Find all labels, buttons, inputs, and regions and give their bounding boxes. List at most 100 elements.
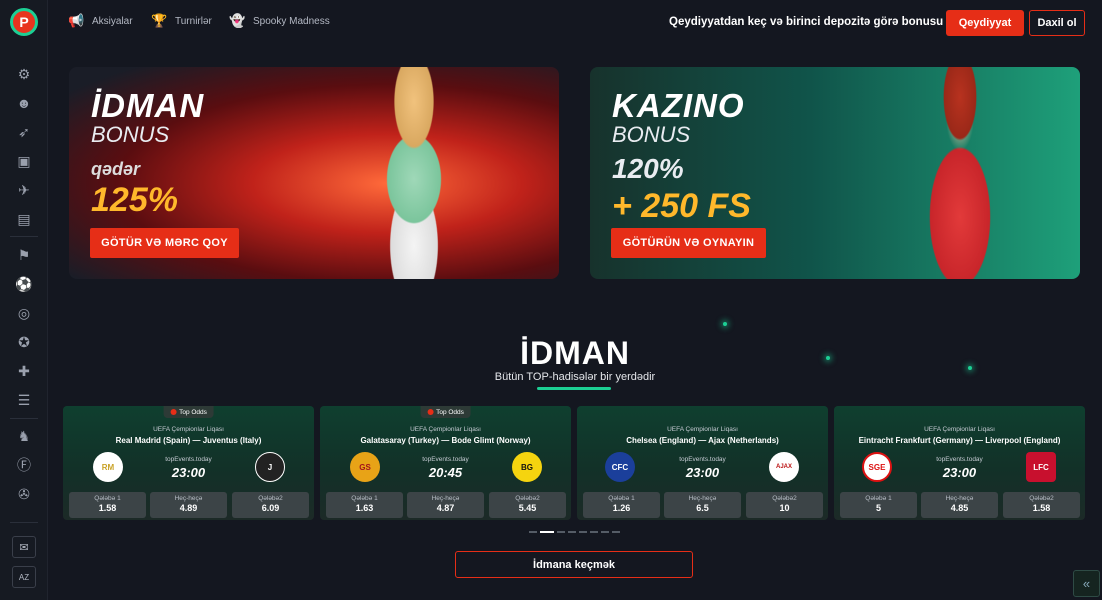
register-button[interactable]: Qeydiyyat	[946, 10, 1024, 36]
odd-draw-button[interactable]: Heç-heçə 4.89	[150, 492, 227, 518]
banner-title: İDMAN	[91, 87, 205, 124]
event-card[interactable]: Top Odds UEFA Çempionlar Liqası Real Mad…	[63, 406, 314, 520]
carousel-pagination	[529, 531, 620, 533]
match-teams: Chelsea (England) — Ajax (Netherlands)	[626, 436, 779, 445]
carousel-dot[interactable]	[601, 531, 609, 533]
nav-item-tournaments[interactable]: 🏆 Turnirlər	[151, 14, 212, 28]
odd-away-button[interactable]: Qələbə2 1.58	[1003, 492, 1080, 518]
live-person-icon[interactable]: ☻	[14, 93, 34, 113]
odd-label: Qələbə2	[258, 495, 283, 502]
support-icon[interactable]: ✇	[14, 484, 34, 504]
carousel-dot[interactable]	[529, 531, 537, 533]
football-icon[interactable]: ⚽	[14, 274, 34, 294]
odd-label: Heç-heçə	[174, 495, 203, 502]
odd-home-button[interactable]: Qələbə 15	[840, 492, 917, 518]
banner-title: KAZINO	[612, 87, 745, 124]
logo[interactable]: P	[10, 8, 38, 36]
news-icon[interactable]: ☰	[14, 390, 34, 410]
sports-icon[interactable]: ⚑	[14, 245, 34, 265]
nav-item-spooky[interactable]: 👻 Spooky Madness	[229, 14, 330, 28]
odd-value: 5.45	[518, 503, 537, 513]
go-to-sports-button[interactable]: İdmana keçmək	[455, 551, 693, 578]
sports-bonus-banner[interactable]: İDMAN BONUS qədər 125% GÖTÜR VƏ MƏRC QOY	[69, 67, 559, 279]
odd-home-button[interactable]: Qələbə 1 1.26	[583, 492, 660, 518]
chat-icon[interactable]: ✉	[12, 536, 36, 558]
league-name: UEFA Çempionlar Liqası	[153, 426, 224, 433]
banner-bonus-value: 125%	[91, 181, 178, 219]
carousel-dot[interactable]	[568, 531, 576, 533]
badge-label: Top Odds	[179, 408, 207, 416]
odd-draw-button[interactable]: Heç-heçə 4.85	[921, 492, 998, 518]
horse-icon[interactable]: ♞	[14, 426, 34, 446]
odd-home-button[interactable]: Qələbə 1 1.58	[69, 492, 146, 518]
sidebar-divider	[10, 236, 38, 237]
league-name: UEFA Çempionlar Liqası	[667, 426, 738, 433]
carousel-dot[interactable]	[590, 531, 598, 533]
section-subtitle: Bütün TOP-hadisələr bir yerdədir	[494, 371, 656, 383]
odd-value: 5	[875, 503, 881, 513]
banner-model-image	[890, 67, 1030, 279]
fire-icon	[427, 409, 434, 415]
odd-value: 4.87	[436, 503, 455, 513]
sports-bonus-button[interactable]: GÖTÜR VƏ MƏRC QOY	[90, 228, 239, 258]
decorative-glow	[723, 322, 727, 326]
roulette-icon[interactable]: ◎	[14, 303, 34, 323]
event-card[interactable]: Top Odds UEFA Çempionlar Liqası Galatasa…	[320, 406, 571, 520]
match-teams: Eintracht Frankfurt (Germany) — Liverpoo…	[858, 436, 1061, 445]
odd-label: Heç-heçə	[431, 495, 460, 502]
odd-home-button[interactable]: Qələbə 1 1.63	[326, 492, 403, 518]
odd-label: Qələbə 1	[865, 495, 892, 502]
odd-value: 1.26	[612, 503, 631, 513]
odd-away-button[interactable]: Qələbə2 5.45	[489, 492, 566, 518]
away-team-crest-icon: LFC	[1026, 452, 1056, 482]
nav-item-label: Turnirlər	[175, 15, 212, 27]
odd-value: 1.58	[98, 503, 117, 513]
odd-label: Heç-heçə	[945, 495, 974, 502]
nav-item-label: Spooky Madness	[253, 15, 330, 27]
odd-draw-button[interactable]: Heç-heçə 6.5	[664, 492, 741, 518]
banner-percent: 120%	[612, 153, 684, 184]
banner-subtitle: BONUS	[91, 122, 170, 147]
odd-draw-button[interactable]: Heç-heçə 4.87	[407, 492, 484, 518]
sidebar-divider	[10, 418, 38, 419]
casino-bonus-banner[interactable]: KAZINO BONUS 120% + 250 FS GÖTÜRÜN VƏ OY…	[590, 67, 1080, 279]
sidebar: P ⚙ ☻ ➶ ▣ ✈ ▤ ⚑ ⚽ ◎ ✪ ✚ ☰ ♞ Ⓕ ✇ ✉ AZ	[0, 0, 48, 600]
language-flag-icon[interactable]: AZ	[12, 566, 36, 588]
odd-label: Qələbə 1	[351, 495, 378, 502]
nav-item-promotions[interactable]: 📢 Aksiyalar	[68, 14, 133, 28]
odd-away-button[interactable]: Qələbə2 10	[746, 492, 823, 518]
casino-icon[interactable]: ▤	[14, 209, 34, 229]
fantasy-icon[interactable]: Ⓕ	[14, 455, 34, 475]
sidebar-divider	[10, 522, 38, 523]
tv-icon[interactable]: ▣	[14, 151, 34, 171]
trophy-icon: 🏆	[151, 13, 168, 28]
gear-icon[interactable]: ⚙	[14, 64, 34, 84]
registration-promo: Qeydiyyatdan keç və birinci depozitə gör…	[669, 16, 976, 28]
odd-value: 4.85	[950, 503, 969, 513]
odd-value: 6.09	[261, 503, 280, 513]
banner-model-image	[339, 67, 489, 279]
event-card[interactable]: UEFA Çempionlar Liqası Chelsea (England)…	[577, 406, 828, 520]
top-odds-badge: Top Odds	[163, 406, 214, 418]
odd-away-button[interactable]: Qələbə2 6.09	[232, 492, 309, 518]
carousel-dot[interactable]	[612, 531, 620, 533]
casino-bonus-button[interactable]: GÖTÜRÜN VƏ OYNAYIN	[611, 228, 766, 258]
carousel-dot[interactable]	[557, 531, 565, 533]
league-name: UEFA Çempionlar Liqası	[924, 426, 995, 433]
odd-label: Qələbə2	[1029, 495, 1054, 502]
banner-free-spins: + 250 FS	[612, 187, 751, 225]
carousel-dot-active[interactable]	[540, 531, 554, 533]
odd-label: Heç-heçə	[688, 495, 717, 502]
odd-value: 10	[779, 503, 790, 513]
match-teams: Galatasaray (Turkey) — Bode Glimt (Norwa…	[360, 436, 531, 445]
carousel-dot[interactable]	[579, 531, 587, 533]
login-button[interactable]: Daxil ol	[1029, 10, 1085, 36]
section-title: İDMAN	[520, 335, 630, 371]
aviator-icon[interactable]: ✈	[14, 180, 34, 200]
event-card[interactable]: UEFA Çempionlar Liqası Eintracht Frankfu…	[834, 406, 1085, 520]
odd-value: 1.63	[355, 503, 374, 513]
collapse-chevrons-icon[interactable]: «	[1073, 570, 1100, 597]
league-name: UEFA Çempionlar Liqası	[410, 426, 481, 433]
away-team-crest-icon: BG	[512, 452, 542, 482]
rocket-icon[interactable]: ➶	[14, 122, 34, 142]
